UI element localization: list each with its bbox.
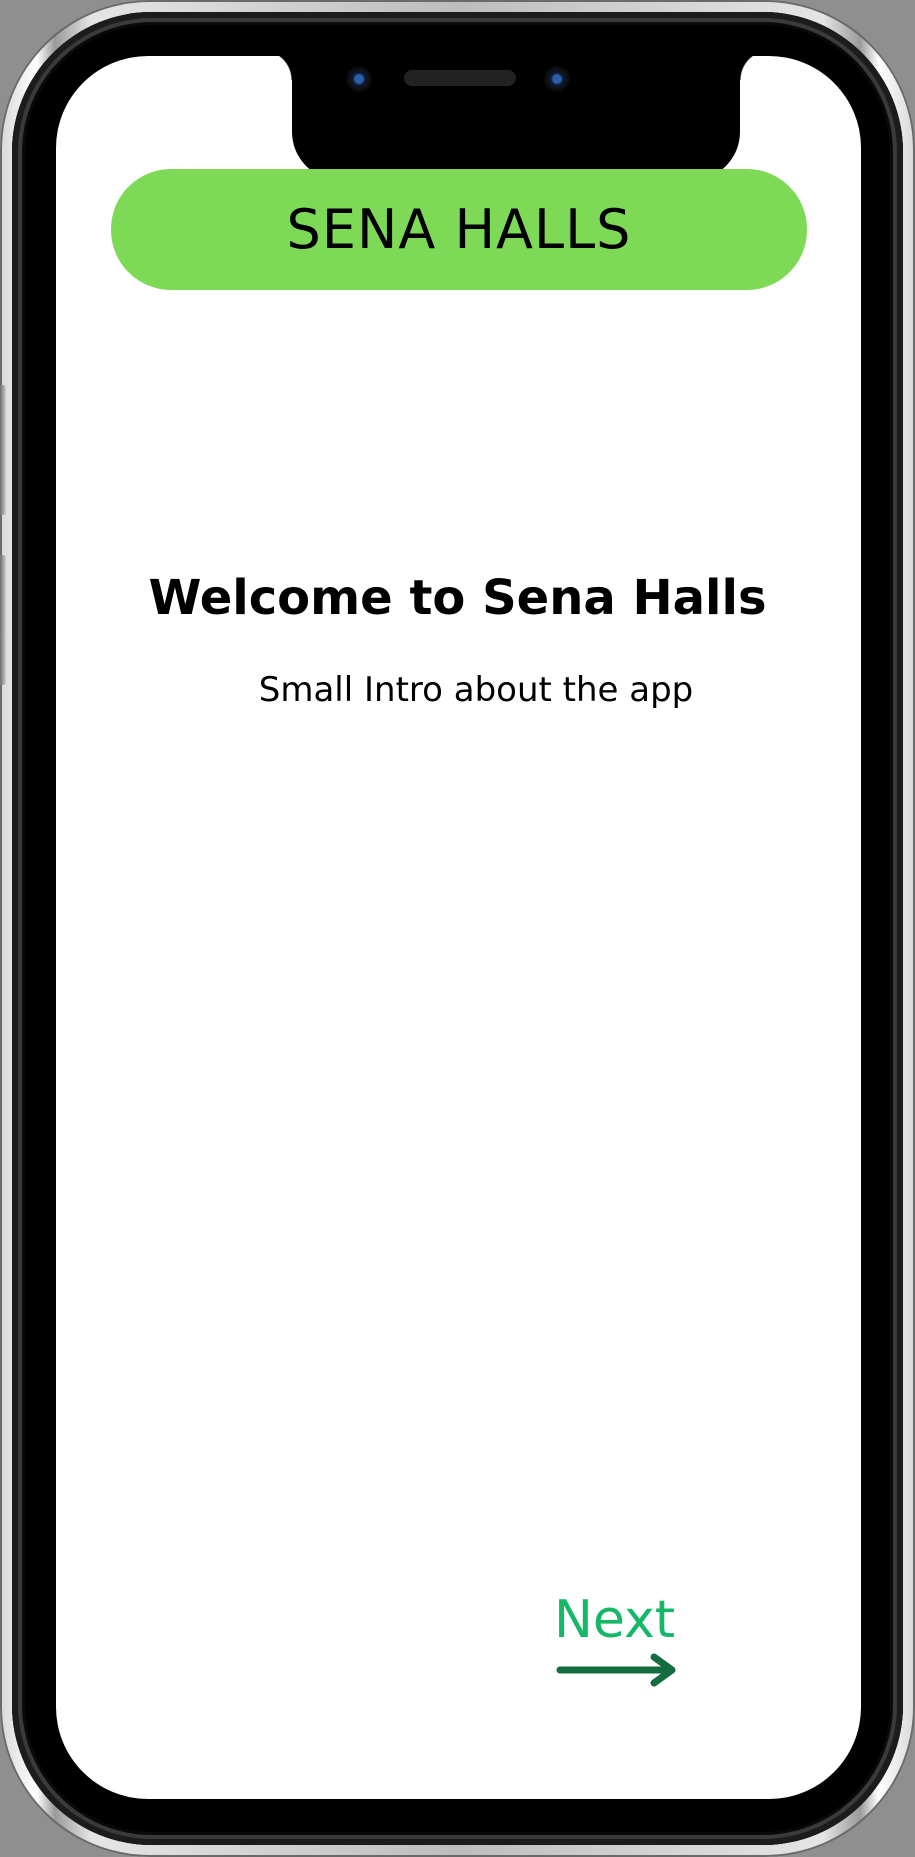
intro-subtitle: Small Intro about the app xyxy=(258,670,694,710)
next-button[interactable]: Next xyxy=(548,1590,688,1690)
app-brand-title: SENA HALLS xyxy=(286,198,632,261)
app-header-banner: SENA HALLS xyxy=(111,169,807,290)
front-camera-icon xyxy=(346,66,372,92)
volume-up-button xyxy=(0,385,6,515)
arrow-right-icon xyxy=(556,1653,676,1687)
screen xyxy=(56,56,861,1799)
sensor-icon xyxy=(544,66,570,92)
welcome-title: Welcome to Sena Halls xyxy=(148,570,767,626)
earpiece-speaker xyxy=(404,70,516,86)
next-label: Next xyxy=(554,1590,676,1650)
